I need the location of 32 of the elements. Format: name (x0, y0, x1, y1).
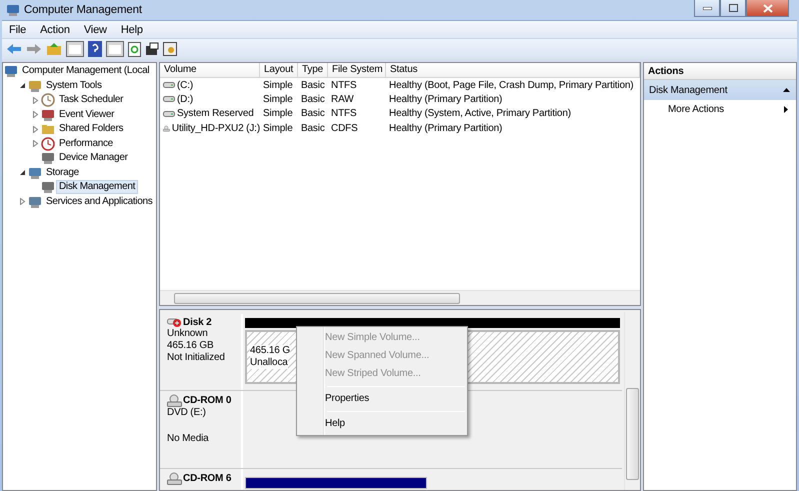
table-cell: Simple (263, 80, 293, 91)
actions-header: Actions (644, 63, 796, 80)
disk-detail: DVD (E:) (167, 407, 207, 419)
disk-detail: 465.16 GB (167, 340, 214, 352)
table-cell: Simple (263, 108, 293, 120)
table-cell: RAW (331, 94, 354, 105)
window-title: Computer Management (24, 4, 142, 16)
table-cell: System Reserved (177, 108, 254, 120)
table-cell: NTFS (331, 108, 357, 120)
table-cell: (C:) (177, 80, 194, 91)
table-cell: Basic (301, 122, 325, 134)
disk-name: CD-ROM 0 (183, 395, 232, 406)
table-cell: CDFS (331, 122, 358, 134)
table-cell: Simple (263, 94, 293, 105)
table-cell: Healthy (Primary Partition) (389, 94, 502, 105)
disk-name: Disk 2 (183, 317, 212, 328)
table-cell: Simple (263, 122, 293, 134)
table-cell: Healthy (System, Active, Primary Partition) (389, 108, 571, 120)
table-cell: Healthy (Boot, Page File, Crash Dump, Primary Partition) (389, 80, 634, 91)
partition-label: 465.16 G (250, 345, 290, 357)
table-cell: Basic (301, 94, 325, 105)
table-cell: Healthy (Primary Partition) (389, 122, 502, 134)
partition-label: Unalloca (250, 357, 288, 369)
table-cell: Basic (301, 80, 325, 91)
table-cell: NTFS (331, 80, 357, 91)
table-cell: Utility_HD-PXU2 (J:) (172, 122, 260, 134)
disk-detail: Unknown (167, 328, 209, 340)
disk-detail: Not Initialized (167, 352, 226, 364)
disk-detail: No Media (167, 433, 210, 445)
table-cell: (D:) (177, 94, 194, 105)
table-cell: Basic (301, 108, 325, 120)
disk-name: CD-ROM 6 (183, 473, 232, 484)
